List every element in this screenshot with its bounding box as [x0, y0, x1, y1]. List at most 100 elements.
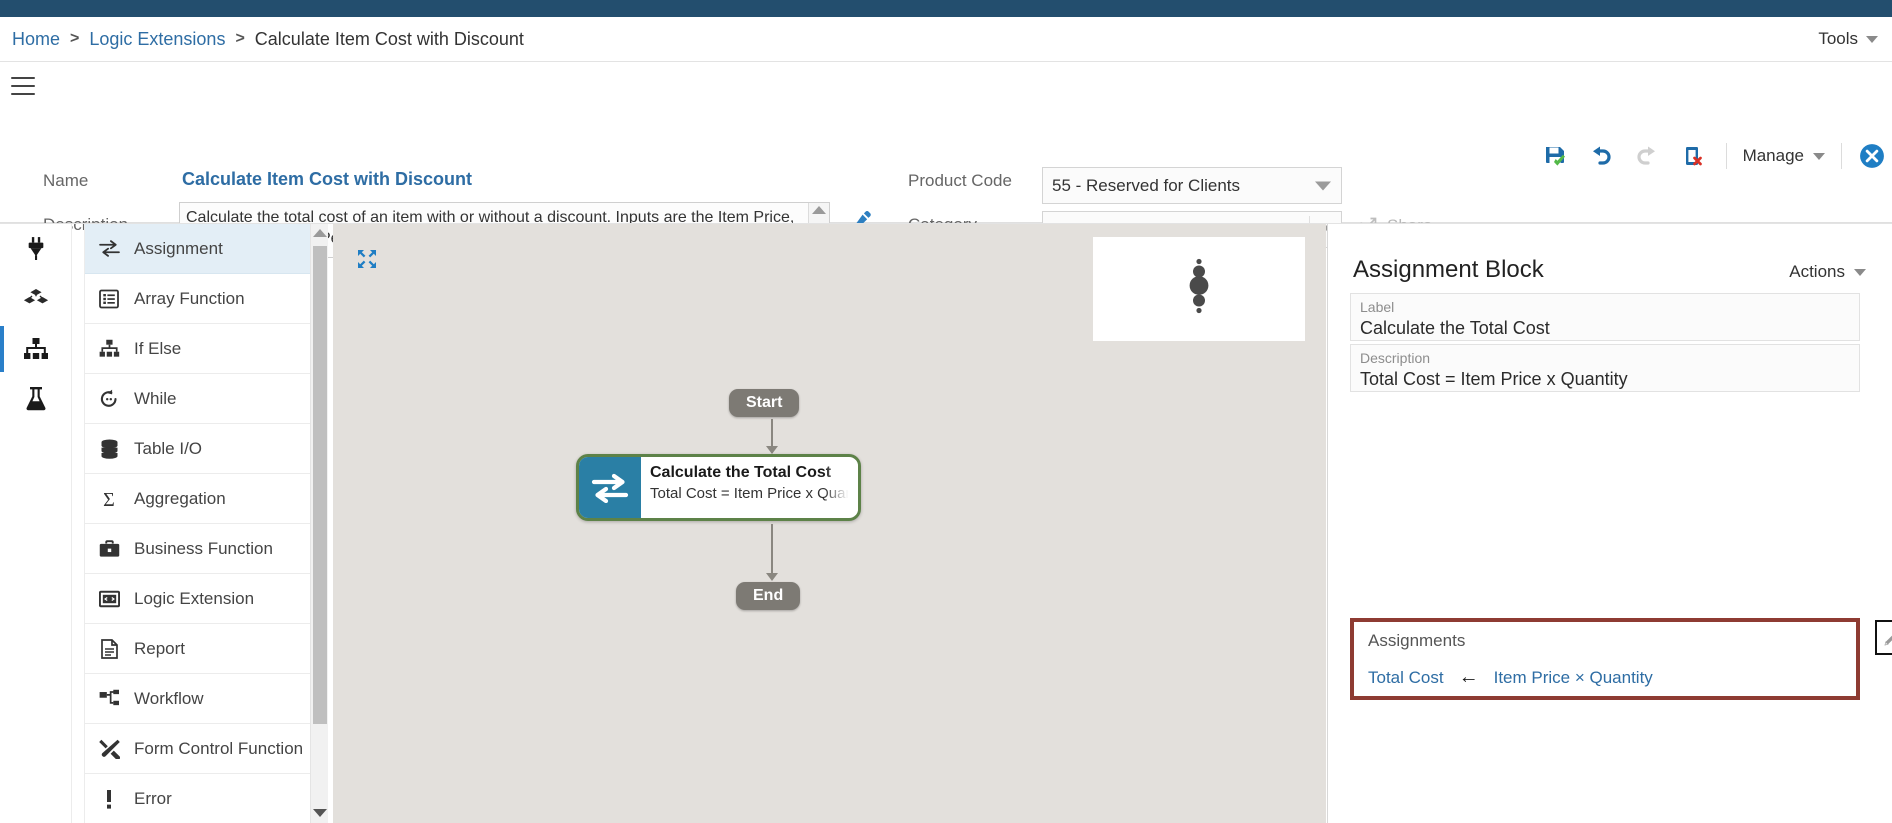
expand-canvas-button[interactable]	[357, 249, 377, 274]
flow-edge-block-to-end	[771, 524, 773, 576]
menu-toggle-button[interactable]	[11, 77, 35, 95]
manage-menu[interactable]: Manage	[1737, 146, 1831, 166]
array-function-icon	[98, 289, 120, 309]
delete-button[interactable]	[1670, 135, 1716, 177]
record-header: Name Calculate Item Cost with Discount D…	[0, 63, 1892, 258]
top-brand-bar	[0, 0, 1892, 17]
name-label: Name	[43, 171, 89, 190]
block-label-value: Calculate the Total Cost	[1360, 318, 1550, 339]
hamburger-bar	[11, 93, 35, 95]
undo-button[interactable]	[1578, 135, 1624, 177]
tools-menu[interactable]: Tools	[1818, 29, 1878, 49]
scroll-up-icon[interactable]	[812, 206, 826, 214]
minimap-thumbnail	[1186, 258, 1212, 321]
report-icon	[98, 638, 120, 659]
flow-node-text: Calculate the Total Cost Total Cost = It…	[641, 457, 858, 518]
manage-label: Manage	[1742, 146, 1804, 165]
scroll-up-icon[interactable]	[312, 229, 327, 237]
chevron-down-icon	[1315, 181, 1331, 190]
palette-item-logic-extension[interactable]: Logic Extension	[85, 574, 318, 624]
palette-item-business-function[interactable]: Business Function	[85, 524, 318, 574]
chevron-down-icon	[1854, 268, 1866, 276]
close-button[interactable]	[1852, 135, 1892, 177]
canvas-minimap[interactable]	[1093, 237, 1305, 341]
breadcrumb-current: Calculate Item Cost with Discount	[254, 28, 524, 49]
flow-node-subtitle: Total Cost = Item Price x Quantity	[650, 485, 858, 502]
palette-item-array-function[interactable]: Array Function	[85, 274, 318, 324]
rail-item-blocks[interactable]	[0, 274, 72, 324]
rail-item-logic-map[interactable]	[0, 324, 72, 374]
palette-item-label: Report	[134, 638, 186, 658]
save-icon	[1545, 147, 1565, 166]
assignment-icon	[579, 457, 641, 518]
table-io-icon	[98, 439, 120, 459]
palette-item-table-io[interactable]: Table I/O	[85, 424, 318, 474]
palette-item-label: Assignment	[134, 238, 223, 258]
palette-item-error[interactable]: Error	[85, 774, 318, 823]
svg-text:Σ: Σ	[103, 489, 115, 509]
flow-node-assignment-block[interactable]: Calculate the Total Cost Total Cost = It…	[576, 454, 861, 521]
palette-item-form-control-function[interactable]: Form Control Function	[85, 724, 318, 774]
aggregation-icon: Σ	[98, 489, 120, 509]
save-button[interactable]	[1532, 135, 1578, 177]
assignment-row: Total Cost ← Item Price × Quantity	[1368, 666, 1856, 689]
block-palette: Assignment Array Function If Else While …	[84, 224, 318, 823]
rail-item-test[interactable]	[0, 374, 72, 424]
palette-item-label: Form Control Function	[134, 738, 304, 758]
pencil-icon	[1884, 635, 1892, 646]
block-description-caption: Description	[1360, 350, 1431, 366]
palette-item-label: Array Function	[134, 288, 245, 308]
scrollbar-thumb[interactable]	[313, 246, 327, 724]
assignments-section: Assignments Total Cost ← Item Price × Qu…	[1350, 618, 1860, 700]
palette-scrollbar[interactable]	[310, 224, 328, 823]
panel-actions-menu[interactable]: Actions	[1789, 262, 1866, 282]
palette-item-label: If Else	[134, 338, 182, 358]
palette-item-label: Business Function	[134, 538, 273, 558]
toolbar-divider	[1841, 143, 1842, 169]
if-else-icon	[98, 339, 120, 358]
redo-button[interactable]	[1624, 135, 1670, 177]
assignment-target[interactable]: Total Cost	[1368, 668, 1444, 688]
tools-label: Tools	[1818, 29, 1858, 48]
breadcrumb-home[interactable]: Home	[12, 29, 60, 50]
flow-node-title: Calculate the Total Cost	[650, 464, 832, 481]
hamburger-bar	[11, 85, 35, 87]
palette-item-workflow[interactable]: Workflow	[85, 674, 318, 724]
rail-item-connections[interactable]	[0, 224, 72, 274]
chevron-down-icon	[1813, 152, 1825, 160]
product-code-value: 55 - Reserved for Clients	[1052, 175, 1241, 195]
product-code-select[interactable]: 55 - Reserved for Clients	[1042, 167, 1342, 204]
palette-item-report[interactable]: Report	[85, 624, 318, 674]
palette-item-label: Logic Extension	[134, 588, 255, 608]
edit-assignments-button[interactable]	[1875, 620, 1892, 655]
scroll-down-icon[interactable]	[312, 809, 327, 817]
palette-item-while[interactable]: While	[85, 374, 318, 424]
expand-icon	[358, 250, 376, 268]
block-label-field[interactable]: Label Calculate the Total Cost	[1350, 293, 1860, 341]
breadcrumb: Home > Logic Extensions > Calculate Item…	[12, 29, 524, 50]
record-name[interactable]: Calculate Item Cost with Discount	[182, 169, 472, 190]
undo-icon	[1592, 146, 1611, 165]
form-control-function-icon	[98, 739, 120, 759]
plug-icon	[28, 237, 44, 260]
flow-canvas[interactable]: Start Calculate the Total Cost Total Cos…	[333, 224, 1326, 823]
assignment-expression[interactable]: Item Price × Quantity	[1494, 668, 1653, 688]
flow-node-end[interactable]: End	[736, 582, 801, 610]
palette-item-aggregation[interactable]: Σ Aggregation	[85, 474, 318, 524]
palette-item-label: Error	[134, 788, 172, 808]
sitemap-icon	[24, 338, 48, 359]
close-icon	[1860, 144, 1884, 168]
breadcrumb-bar: Home > Logic Extensions > Calculate Item…	[0, 17, 1892, 62]
palette-item-assignment[interactable]: Assignment	[85, 224, 318, 274]
business-function-icon	[98, 539, 120, 558]
workflow-icon	[98, 689, 120, 708]
palette-item-label: Table I/O	[134, 438, 203, 458]
block-description-field[interactable]: Description Total Cost = Item Price x Qu…	[1350, 344, 1860, 392]
palette-item-if-else[interactable]: If Else	[85, 324, 318, 374]
assign-arrow-icon: ←	[1458, 666, 1479, 688]
flow-node-start[interactable]: Start	[729, 389, 800, 417]
breadcrumb-logic-extensions[interactable]: Logic Extensions	[89, 29, 225, 50]
assignment-icon	[98, 240, 120, 257]
palette-item-label: Workflow	[134, 688, 204, 708]
assignments-label: Assignments	[1368, 631, 1466, 650]
